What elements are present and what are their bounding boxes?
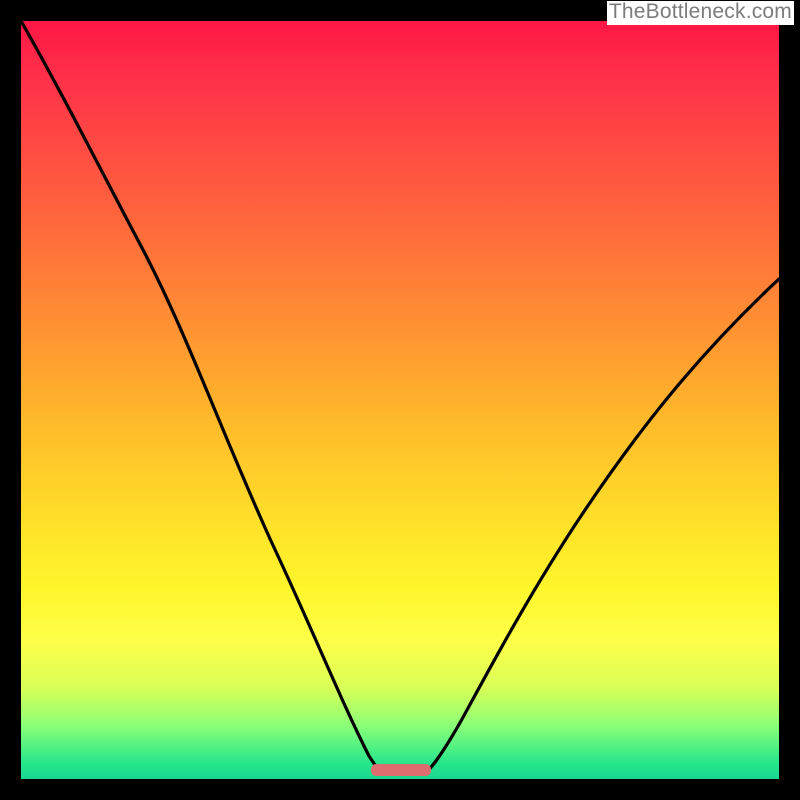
plot-area <box>21 21 779 779</box>
bottleneck-marker <box>371 764 431 776</box>
curve-right <box>424 279 779 774</box>
bottleneck-curve <box>21 21 779 779</box>
chart-frame: TheBottleneck.com <box>0 0 800 800</box>
curve-left <box>21 21 383 774</box>
attribution-label: TheBottleneck.com <box>607 1 794 25</box>
